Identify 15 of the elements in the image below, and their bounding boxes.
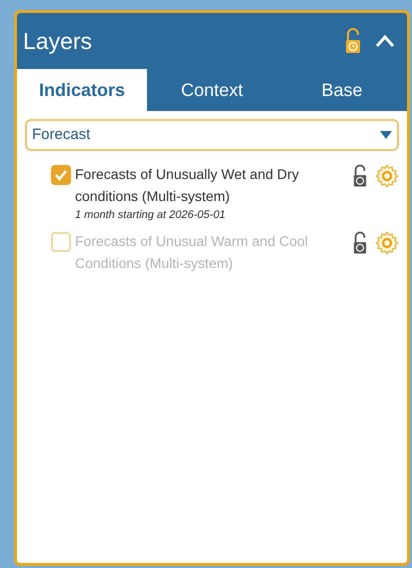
layer-date: 1 month starting at 2026-05-01	[75, 208, 226, 223]
layer-name[interactable]: Forecasts of Unusually Wet and Dry conditions (Multi-system)	[75, 163, 341, 207]
checkbox[interactable]	[51, 165, 71, 185]
time-lock-icon[interactable]	[353, 230, 367, 256]
time-lock-icon[interactable]	[353, 163, 367, 189]
checkmark-icon	[54, 169, 68, 181]
panel-title: Layers	[23, 26, 94, 56]
chevron-icon[interactable]	[375, 34, 395, 48]
tab[interactable]: Indicators	[17, 69, 147, 111]
category-dropdown[interactable]: Forecast	[25, 119, 399, 151]
tab[interactable]: Base	[277, 69, 407, 111]
caret-icon	[380, 131, 392, 139]
padlock-icon[interactable]	[345, 28, 361, 54]
tab[interactable]: Context	[147, 69, 277, 111]
checkbox[interactable]	[51, 232, 71, 252]
